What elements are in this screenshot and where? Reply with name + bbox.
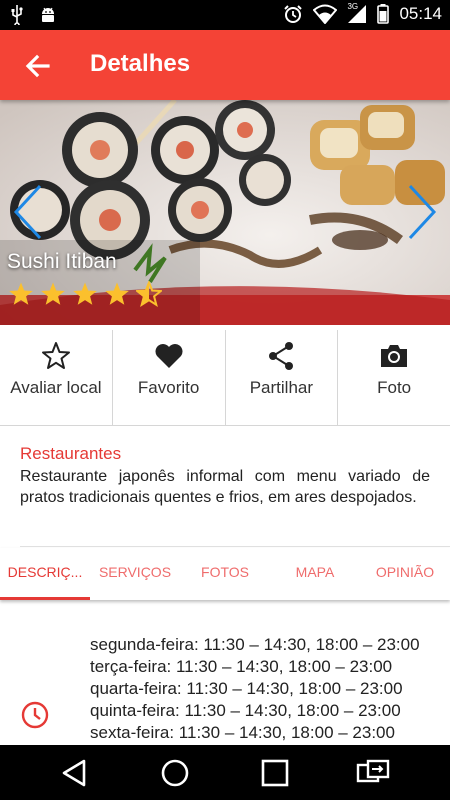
description-section: Restaurantes Restaurante japonês informa… <box>20 444 430 508</box>
favorite-button[interactable]: Favorito <box>113 330 226 425</box>
back-triangle-icon[interactable] <box>58 757 90 789</box>
android-icon <box>42 7 54 22</box>
next-photo-icon[interactable] <box>402 182 442 242</box>
hours-row: terça-feira: 11:30 – 14:30, 18:00 – 23:0… <box>90 657 393 676</box>
share-button[interactable]: Partilhar <box>226 330 339 425</box>
hours-row: quinta-feira: 11:30 – 14:30, 18:00 – 23:… <box>90 701 401 720</box>
app-bar: Detalhes <box>0 30 450 100</box>
photo-carousel[interactable]: Sushi Itiban <box>0 100 450 325</box>
previous-photo-icon[interactable] <box>8 182 48 242</box>
star-half-icon <box>136 281 162 307</box>
opening-hours: segunda-feira: 11:30 – 14:30, 18:00 – 23… <box>0 618 450 745</box>
tab-description[interactable]: DESCRIÇ... <box>0 548 90 600</box>
recent-apps-icon[interactable] <box>259 757 291 789</box>
tab-services[interactable]: SERVIÇOS <box>90 548 180 600</box>
hours-row: quarta-feira: 11:30 – 14:30, 18:00 – 23:… <box>90 679 403 698</box>
star-full-icon <box>41 282 65 305</box>
star-outline-icon <box>41 342 70 369</box>
category-label: Restaurantes <box>20 444 122 463</box>
rate-place-button[interactable]: Avaliar local <box>0 330 113 425</box>
tab-reviews[interactable]: OPINIÃO <box>360 548 450 600</box>
divider <box>20 546 450 547</box>
share-icon <box>269 342 294 370</box>
signal-icon <box>348 5 367 23</box>
switch-app-icon[interactable] <box>355 757 391 789</box>
star-full-icon <box>73 282 97 305</box>
wifi-icon <box>313 4 338 24</box>
rate-place-label: Avaliar local <box>10 378 102 397</box>
action-bar: Avaliar local Favorito Partilhar Foto <box>0 330 450 426</box>
heart-icon <box>155 344 183 368</box>
arrow-back-icon[interactable] <box>20 48 56 84</box>
share-label: Partilhar <box>249 378 314 397</box>
status-time: 05:14 <box>399 4 442 23</box>
camera-icon <box>381 345 408 367</box>
page-title: Detalhes <box>90 50 191 77</box>
hours-row: sexta-feira: 11:30 – 14:30, 18:00 – 23:0… <box>90 723 395 742</box>
photo-label: Foto <box>377 378 412 397</box>
hours-row: segunda-feira: 11:30 – 14:30, 18:00 – 23… <box>90 635 420 654</box>
tab-bar: DESCRIÇ... SERVIÇOS FOTOS MAPA OPINIÃO <box>0 548 450 600</box>
battery-icon <box>377 4 390 24</box>
place-name: Sushi Itiban <box>7 250 117 273</box>
photo-button[interactable]: Foto <box>338 330 450 425</box>
tab-map[interactable]: MAPA <box>270 548 360 600</box>
description-text: Restaurante japonês informal com menu va… <box>20 468 430 506</box>
home-circle-icon[interactable] <box>159 757 191 789</box>
star-full-icon <box>9 282 33 305</box>
clock-icon <box>21 701 49 729</box>
hours-list: segunda-feira: 11:30 – 14:30, 18:00 – 23… <box>90 634 420 744</box>
rating-stars <box>8 281 162 307</box>
alarm-icon <box>284 5 303 23</box>
tab-photos[interactable]: FOTOS <box>180 548 270 600</box>
star-full-icon <box>105 282 129 305</box>
navigation-bar <box>0 745 450 800</box>
status-bar: 3G 05:14 <box>0 0 450 30</box>
favorite-label: Favorito <box>137 378 200 397</box>
usb-icon <box>11 5 23 25</box>
